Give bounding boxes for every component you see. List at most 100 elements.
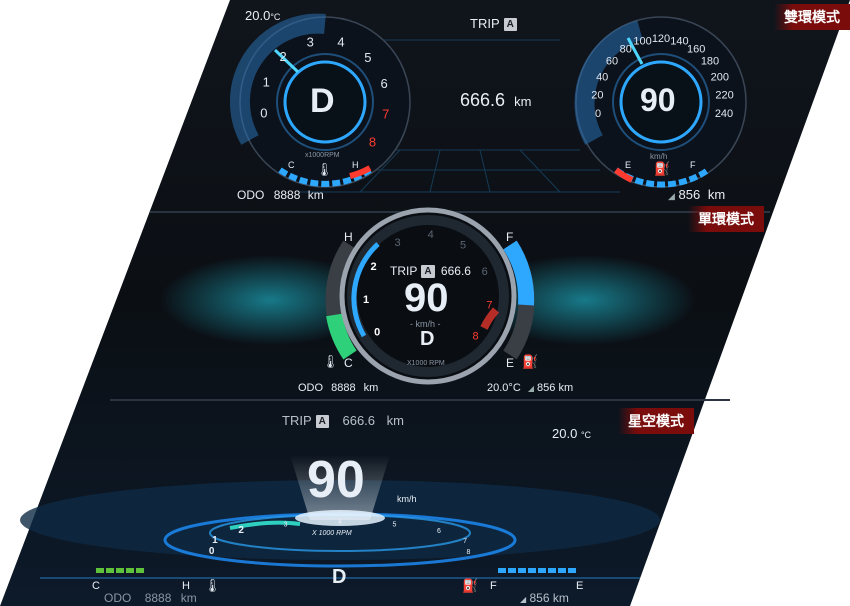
- coolant-temp-icon: 🌡: [204, 578, 221, 593]
- coolant-cold-label: C: [344, 356, 353, 370]
- fuel-full-label: F: [490, 580, 497, 592]
- coolant-temp-icon: 🌡: [316, 162, 333, 177]
- tick-label: 4: [338, 519, 342, 526]
- tick-label: 100: [633, 36, 651, 48]
- tick-label: 160: [687, 43, 705, 55]
- tick-label: 6: [482, 266, 488, 278]
- speed-value: 90: [640, 82, 676, 118]
- tick-label: 6: [380, 76, 387, 91]
- single-ring-mode-tag[interactable]: 單環模式: [688, 206, 764, 232]
- starry-sky-mode-tag[interactable]: 星空模式: [618, 408, 694, 434]
- range-value: 856: [678, 187, 701, 202]
- range-value: 856: [537, 382, 556, 394]
- trip-value: 666.6: [460, 90, 506, 110]
- tick-label: 240: [715, 108, 733, 120]
- coolant-cold-label: C: [288, 160, 295, 170]
- tick-label: 1: [212, 535, 218, 546]
- fuel-empty-label: E: [506, 356, 515, 370]
- tick-label: 1: [363, 294, 369, 306]
- speed-unit-label: km/h: [650, 152, 668, 161]
- mode-label: 單環模式: [698, 211, 754, 227]
- fuel-pump-icon: ⛽: [654, 161, 671, 176]
- fuel-empty-label: E: [625, 160, 632, 170]
- tick-label: 180: [701, 56, 719, 68]
- odometer: ODO 8888 km: [298, 382, 378, 394]
- coolant-hot-label: H: [344, 230, 353, 244]
- odo-unit: km: [363, 382, 379, 394]
- tick-label: 8: [472, 331, 478, 343]
- range-road-icon: ◢: [668, 191, 675, 201]
- odo-unit: km: [307, 188, 324, 202]
- range-remaining: ◢ 856 km: [668, 187, 725, 202]
- tick-label: 80: [620, 43, 632, 55]
- fuel-full-label: F: [506, 230, 514, 244]
- tick-label: 8: [466, 549, 470, 556]
- tick-label: 0: [209, 546, 215, 557]
- mode-label: 星空模式: [628, 413, 684, 429]
- tick-label: 0: [374, 326, 380, 338]
- tick-label: 40: [596, 72, 608, 84]
- fuel-level-bar: [498, 568, 578, 573]
- tick-label: 6: [437, 528, 441, 535]
- tick-label: 7: [486, 300, 492, 312]
- odo-label: ODO: [237, 188, 265, 202]
- fuel-empty-label: E: [576, 580, 584, 592]
- tick-label: 220: [715, 89, 733, 101]
- trip-label: TRIP: [282, 413, 312, 428]
- odo-label: ODO: [104, 591, 132, 605]
- trip-selector-badge[interactable]: A: [503, 18, 517, 31]
- rpm-unit-label: X1000 RPM: [407, 360, 445, 367]
- tick-label: 0: [260, 105, 267, 120]
- odo-value: 8888: [273, 188, 301, 202]
- trip-unit: km: [386, 413, 404, 428]
- fuel-full-label: F: [690, 160, 696, 170]
- odo-unit: km: [180, 591, 197, 605]
- trip-selector-badge[interactable]: A: [315, 415, 329, 428]
- tick-label: 60: [606, 56, 618, 68]
- range-road-icon: ◢: [527, 384, 534, 393]
- tick-label: 2: [238, 525, 244, 536]
- range-unit: km: [558, 382, 574, 394]
- range-unit: km: [552, 591, 569, 605]
- star-trip: TRIP A 666.6 km: [282, 413, 404, 428]
- temp-and-range: 20.0°C ◢ 856 km: [487, 382, 573, 394]
- dual-ring-mode-tag[interactable]: 雙環模式: [774, 4, 850, 30]
- tick-label: 5: [460, 240, 466, 252]
- temp-value: 20.0: [487, 382, 509, 394]
- coolant-hot-label: H: [352, 160, 359, 170]
- odo-value: 8888: [144, 591, 172, 605]
- tick-label: 5: [364, 50, 371, 65]
- trip-distance: 666.6 km: [460, 90, 531, 111]
- tick-label: 3: [307, 34, 314, 49]
- range-remaining: ◢ 856 km: [520, 591, 569, 605]
- rpm-unit-label: x1000RPM: [305, 152, 340, 159]
- speed-value: 90: [404, 276, 449, 320]
- tick-label: 4: [337, 35, 344, 50]
- trip-label: TRIP: [470, 16, 500, 31]
- tick-label: 0: [595, 108, 601, 120]
- gear-indicator: D: [332, 566, 347, 588]
- tick-label: 4: [428, 229, 434, 241]
- trip-unit: km: [514, 94, 532, 109]
- temp-unit: °C: [508, 382, 521, 394]
- odo-value: 8888: [331, 382, 356, 394]
- rpm-unit-label: X 1000 RPM: [312, 530, 352, 537]
- tick-label: 120: [652, 33, 670, 45]
- odometer: ODO 8888 km: [104, 591, 197, 605]
- outside-temperature: 20.0 °C: [552, 426, 591, 441]
- temp-unit: °C: [580, 430, 592, 440]
- odo-label: ODO: [298, 382, 324, 394]
- tick-label: 3: [395, 237, 401, 249]
- range-road-icon: ◢: [520, 595, 527, 604]
- fuel-pump-icon: ⛽: [522, 354, 539, 369]
- tick-label: 8: [369, 134, 376, 149]
- coolant-temp-icon: 🌡: [322, 354, 339, 369]
- range-value: 856: [529, 591, 550, 605]
- odometer: ODO 8888 km: [237, 188, 324, 202]
- tick-label: 3: [284, 521, 288, 528]
- gear-indicator: D: [310, 82, 335, 120]
- tick-label: 140: [670, 36, 688, 48]
- tick-label: 5: [392, 521, 396, 528]
- coolant-level-bar: [96, 568, 144, 573]
- gear-indicator: D: [420, 328, 435, 350]
